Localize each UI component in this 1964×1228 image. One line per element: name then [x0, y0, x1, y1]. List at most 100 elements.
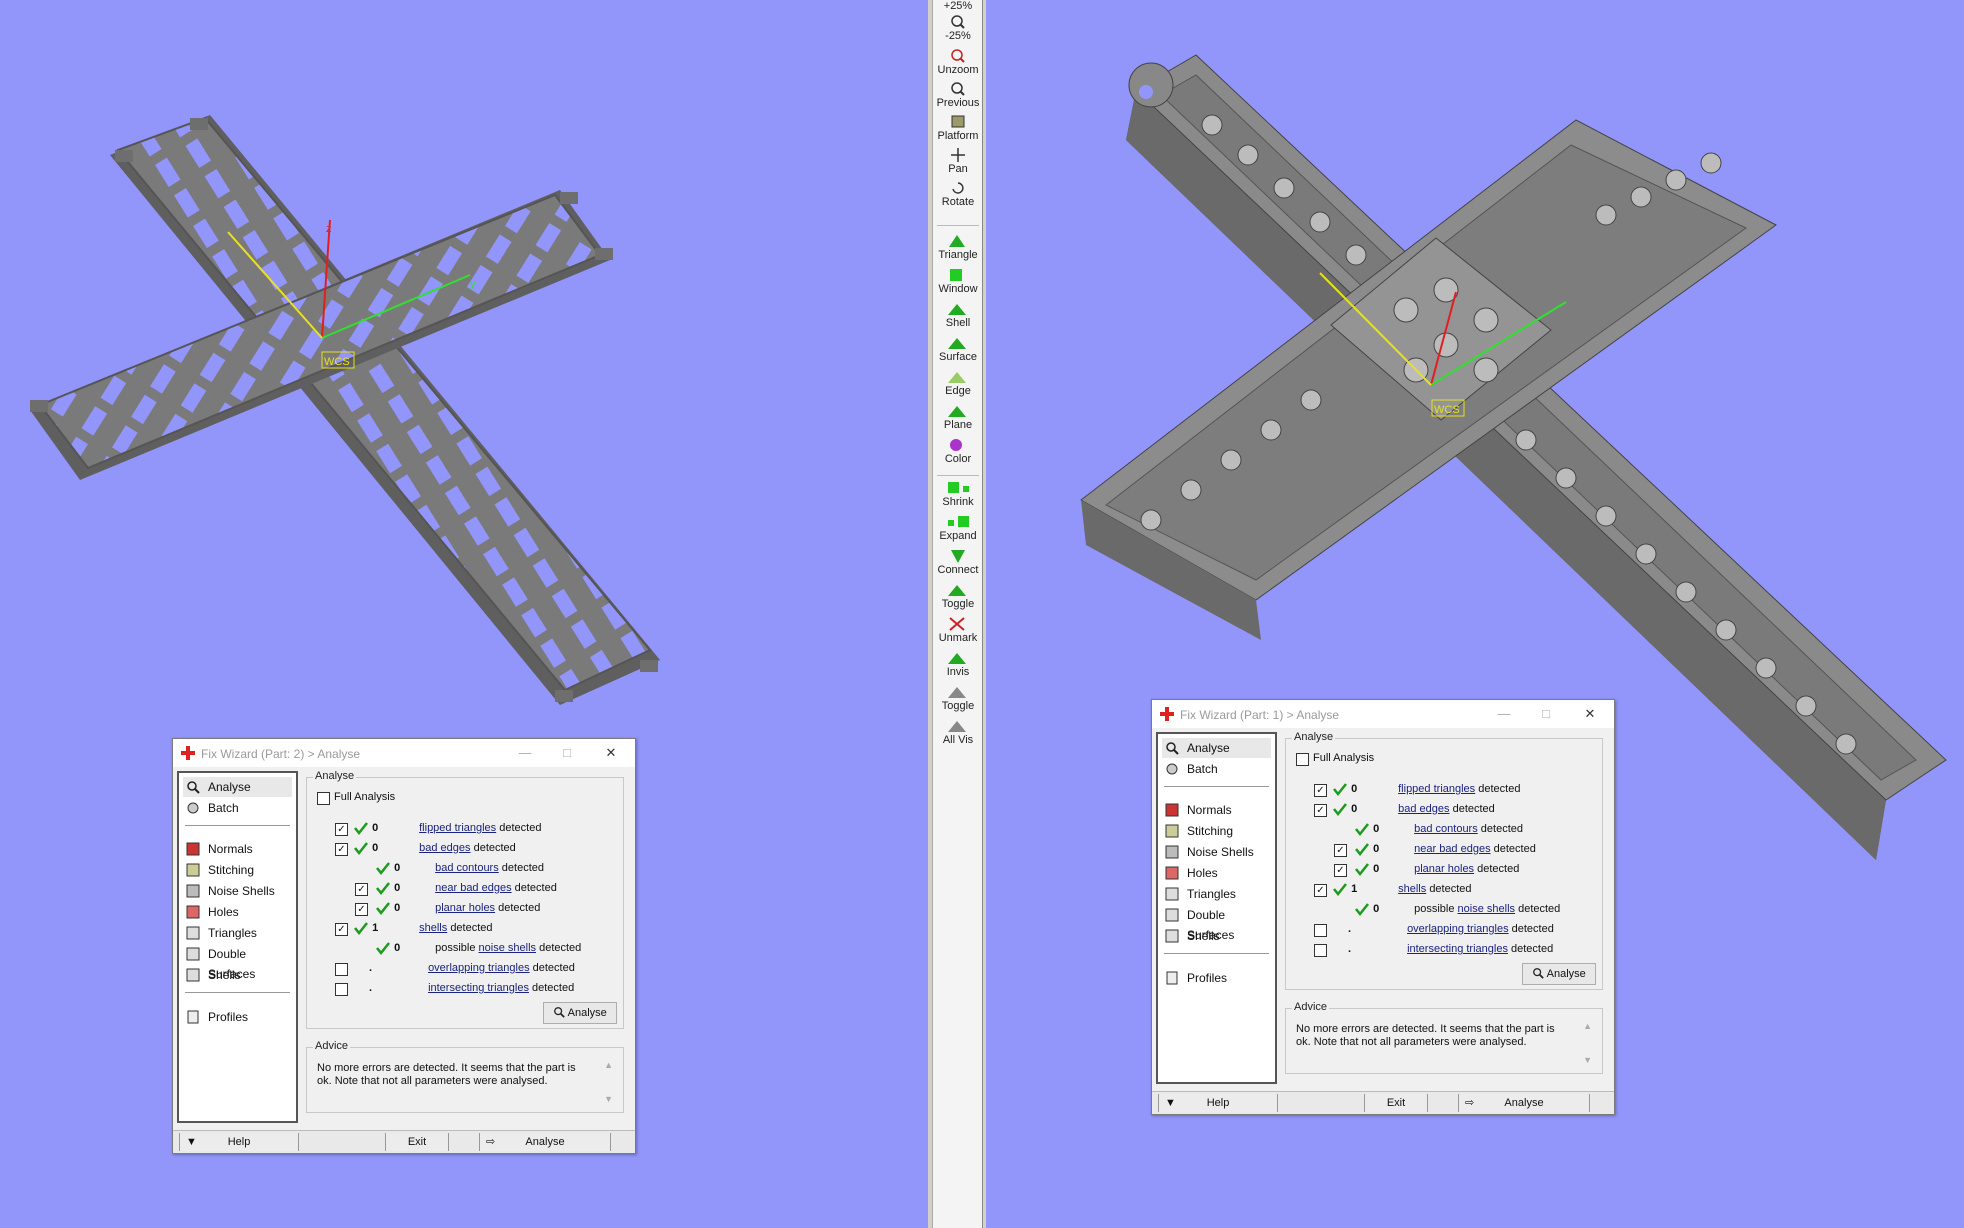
- intersecting-triangles-link[interactable]: intersecting triangles: [1407, 943, 1508, 955]
- shells-link[interactable]: shells: [419, 922, 447, 934]
- near-bad-edges-checkbox[interactable]: ✓: [1334, 844, 1347, 857]
- nav-item-double-surfaces[interactable]: Double Surfaces: [1162, 905, 1271, 942]
- maximize-button[interactable]: □: [557, 743, 577, 763]
- bad-contours-link[interactable]: bad contours: [435, 862, 499, 874]
- nav-item-batch[interactable]: Batch: [1162, 759, 1271, 779]
- flipped-triangles-link[interactable]: flipped triangles: [1398, 783, 1475, 795]
- analyse-button[interactable]: Analyse: [543, 1002, 617, 1024]
- full-analysis-checkbox[interactable]: [317, 792, 330, 805]
- nav-item-triangles[interactable]: Triangles: [1162, 884, 1271, 904]
- nav-item-stitching[interactable]: Stitching: [183, 860, 292, 880]
- noise-shells-link[interactable]: noise shells: [1458, 903, 1515, 915]
- overlapping-triangles-checkbox[interactable]: [335, 963, 348, 976]
- select-edge-button[interactable]: Edge: [933, 369, 983, 397]
- intersecting-triangles-checkbox[interactable]: [335, 983, 348, 996]
- zoom-in-button[interactable]: +25%: [933, 0, 983, 12]
- nav-item-normals[interactable]: Normals: [183, 839, 292, 859]
- bad-edges-checkbox[interactable]: ✓: [1314, 804, 1327, 817]
- noise-shells-link[interactable]: noise shells: [479, 942, 536, 954]
- intersecting-triangles-row: . intersecting triangles detected: [1348, 940, 1553, 958]
- planar-holes-checkbox[interactable]: ✓: [1334, 864, 1347, 877]
- scroll-down-arrow[interactable]: ▼: [604, 1094, 613, 1104]
- flipped-triangles-link[interactable]: flipped triangles: [419, 822, 496, 834]
- overlapping-triangles-link[interactable]: overlapping triangles: [1407, 923, 1509, 935]
- overlapping-triangles-checkbox[interactable]: [1314, 924, 1327, 937]
- unzoom-button[interactable]: Unzoom: [933, 48, 983, 76]
- unmark-button[interactable]: Unmark: [933, 616, 983, 644]
- nav-item-noise-shells[interactable]: Noise Shells: [183, 881, 292, 901]
- pan-button[interactable]: Pan: [933, 147, 983, 175]
- nav-item-triangles[interactable]: Triangles: [183, 923, 292, 943]
- select-plane-button[interactable]: Plane: [933, 403, 983, 431]
- bad-edges-link[interactable]: bad edges: [419, 842, 470, 854]
- rotate-icon: [952, 182, 964, 194]
- flipped-triangles-checkbox[interactable]: ✓: [1314, 784, 1327, 797]
- bad-edges-link[interactable]: bad edges: [1398, 803, 1449, 815]
- previous-view-button[interactable]: Previous: [933, 81, 983, 109]
- invisible-button[interactable]: Invis: [933, 650, 983, 678]
- select-color-button[interactable]: Color: [933, 437, 983, 465]
- nav-item-shells[interactable]: Shells: [1162, 926, 1271, 946]
- close-button[interactable]: ✕: [601, 743, 621, 763]
- all-visible-button[interactable]: All Vis: [933, 718, 983, 746]
- nav-item-normals[interactable]: Normals: [1162, 800, 1271, 820]
- shells-checkbox[interactable]: ✓: [1314, 884, 1327, 897]
- bad-edges-checkbox[interactable]: ✓: [335, 843, 348, 856]
- planar-holes-link[interactable]: planar holes: [1414, 863, 1474, 875]
- overlapping-triangles-link[interactable]: overlapping triangles: [428, 962, 530, 974]
- select-window-button[interactable]: Window: [933, 267, 983, 295]
- analyse-footer-button[interactable]: ⇨ Analyse: [1458, 1094, 1590, 1112]
- zoom-out-button[interactable]: -25%: [933, 14, 983, 42]
- minimize-button[interactable]: —: [1494, 704, 1514, 724]
- platform-button[interactable]: Platform: [933, 114, 983, 142]
- near-bad-edges-checkbox[interactable]: ✓: [355, 883, 368, 896]
- nav-item-shells[interactable]: Shells: [183, 965, 292, 985]
- near-bad-edges-link[interactable]: near bad edges: [435, 882, 511, 894]
- select-shell-button[interactable]: Shell: [933, 301, 983, 329]
- nav-item-double-surfaces[interactable]: Double Surfaces: [183, 944, 292, 981]
- analyse-footer-button[interactable]: ⇨ Analyse: [479, 1133, 611, 1151]
- expand-button[interactable]: Expand: [933, 514, 983, 542]
- nav-item-noise-shells[interactable]: Noise Shells: [1162, 842, 1271, 862]
- bad-contours-link[interactable]: bad contours: [1414, 823, 1478, 835]
- nav-item-batch[interactable]: Batch: [183, 798, 292, 818]
- dialog-title-bar[interactable]: Fix Wizard (Part: 1) > Analyse — □ ✕: [1152, 700, 1614, 728]
- nav-item-analyse[interactable]: Analyse: [1162, 738, 1271, 758]
- toggle-mark-icon: [948, 585, 966, 596]
- full-analysis-checkbox[interactable]: [1296, 753, 1309, 766]
- scroll-up-arrow[interactable]: ▲: [1583, 1021, 1592, 1031]
- nav-item-analyse[interactable]: Analyse: [183, 777, 292, 797]
- nav-item-holes[interactable]: Holes: [183, 902, 292, 922]
- exit-button[interactable]: Exit: [1364, 1094, 1428, 1112]
- toggle-mark-button[interactable]: Toggle: [933, 582, 983, 610]
- select-surface-button[interactable]: Surface: [933, 335, 983, 363]
- toggle-visible-button[interactable]: Toggle: [933, 684, 983, 712]
- planar-holes-link[interactable]: planar holes: [435, 902, 495, 914]
- intersecting-triangles-link[interactable]: intersecting triangles: [428, 982, 529, 994]
- minimize-button[interactable]: —: [515, 743, 535, 763]
- exit-button[interactable]: Exit: [385, 1133, 449, 1151]
- dialog-title-bar[interactable]: Fix Wizard (Part: 2) > Analyse — □ ✕: [173, 739, 635, 767]
- shells-checkbox[interactable]: ✓: [335, 923, 348, 936]
- nav-item-holes[interactable]: Holes: [1162, 863, 1271, 883]
- shells-link[interactable]: shells: [1398, 883, 1426, 895]
- connect-button[interactable]: Connect: [933, 548, 983, 576]
- nav-item-stitching[interactable]: Stitching: [1162, 821, 1271, 841]
- scroll-down-arrow[interactable]: ▼: [1583, 1055, 1592, 1065]
- analyse-button[interactable]: Analyse: [1522, 963, 1596, 985]
- planar-holes-checkbox[interactable]: ✓: [355, 903, 368, 916]
- nav-item-profiles[interactable]: Profiles: [183, 1007, 292, 1027]
- intersecting-triangles-checkbox[interactable]: [1314, 944, 1327, 957]
- select-triangle-button[interactable]: Triangle: [933, 233, 983, 261]
- maximize-button[interactable]: □: [1536, 704, 1556, 724]
- near-bad-edges-link[interactable]: near bad edges: [1414, 843, 1490, 855]
- flipped-triangles-checkbox[interactable]: ✓: [335, 823, 348, 836]
- rotate-button[interactable]: Rotate: [933, 180, 983, 208]
- shrink-button[interactable]: Shrink: [933, 480, 983, 508]
- scroll-up-arrow[interactable]: ▲: [604, 1060, 613, 1070]
- nav-item-profiles[interactable]: Profiles: [1162, 968, 1271, 988]
- view-toolbar: +25% -25% Unzoom Previous Platform Pan R…: [932, 0, 984, 1228]
- close-button[interactable]: ✕: [1580, 704, 1600, 724]
- help-button[interactable]: ▼ Help: [179, 1133, 299, 1151]
- help-button[interactable]: ▼ Help: [1158, 1094, 1278, 1112]
